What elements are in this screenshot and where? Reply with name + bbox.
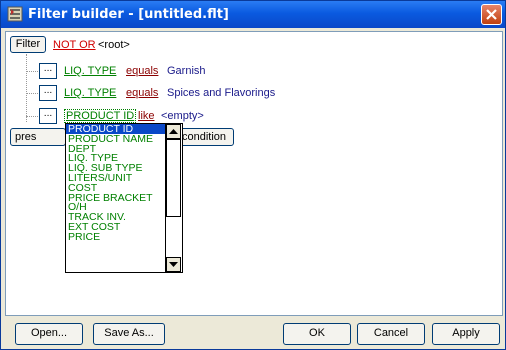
save-as-label: Save As... bbox=[104, 327, 154, 339]
arrow-down-icon bbox=[169, 262, 178, 267]
condition-menu-button[interactable]: ... bbox=[39, 108, 57, 124]
tree-connector bbox=[26, 116, 38, 117]
window-title: Filter builder - [untitled.flt] bbox=[28, 7, 229, 22]
tree-connector bbox=[26, 93, 38, 94]
add-condition-button[interactable]: condition bbox=[174, 128, 234, 146]
apply-button[interactable]: Apply bbox=[432, 323, 500, 345]
save-as-button[interactable]: Save As... bbox=[93, 323, 165, 345]
condition-operator[interactable]: equals bbox=[126, 87, 158, 99]
condition-menu-button[interactable]: ... bbox=[39, 63, 57, 79]
close-button[interactable] bbox=[481, 4, 502, 25]
condition-field[interactable]: LIQ. TYPE bbox=[64, 65, 116, 77]
scrollbar[interactable] bbox=[165, 124, 182, 272]
scroll-down-button[interactable] bbox=[166, 257, 181, 272]
condition-operator[interactable]: like bbox=[138, 110, 155, 122]
condition-operator[interactable]: equals bbox=[126, 65, 158, 77]
arrow-up-icon bbox=[169, 129, 178, 134]
ok-label: OK bbox=[309, 327, 325, 339]
condition-value[interactable]: Spices and Flavorings bbox=[167, 87, 275, 99]
open-label: Open... bbox=[30, 327, 68, 339]
open-button[interactable]: Open... bbox=[15, 323, 83, 345]
field-dropdown-list[interactable]: PRODUCT ID PRODUCT NAME DEPT LIQ. TYPE LIQ. … bbox=[65, 123, 183, 273]
filter-root-button[interactable]: Filter bbox=[10, 36, 46, 53]
cancel-button[interactable]: Cancel bbox=[357, 323, 425, 345]
condition-menu-button[interactable]: ... bbox=[39, 85, 57, 101]
close-icon bbox=[486, 9, 497, 20]
filter-builder-window: Filter builder - [untitled.flt] Filter N… bbox=[0, 0, 506, 350]
apply-label: Apply bbox=[452, 327, 480, 339]
cancel-label: Cancel bbox=[373, 327, 409, 339]
condition-value[interactable]: Garnish bbox=[167, 65, 206, 77]
root-operator[interactable]: NOT OR bbox=[53, 39, 96, 51]
condition-field-active[interactable]: PRODUCT ID bbox=[64, 109, 137, 123]
ok-button[interactable]: OK bbox=[283, 323, 351, 345]
root-label: <root> bbox=[98, 39, 130, 51]
scroll-up-button[interactable] bbox=[166, 124, 181, 139]
scroll-thumb[interactable] bbox=[166, 139, 181, 217]
title-bar: Filter builder - [untitled.flt] bbox=[1, 1, 505, 28]
tree-connector bbox=[26, 54, 27, 122]
press-button[interactable]: pres bbox=[10, 128, 66, 146]
condition-value[interactable]: <empty> bbox=[161, 110, 204, 122]
filter-app-icon bbox=[7, 6, 23, 22]
tree-connector bbox=[26, 71, 38, 72]
condition-field[interactable]: LIQ. TYPE bbox=[64, 87, 116, 99]
